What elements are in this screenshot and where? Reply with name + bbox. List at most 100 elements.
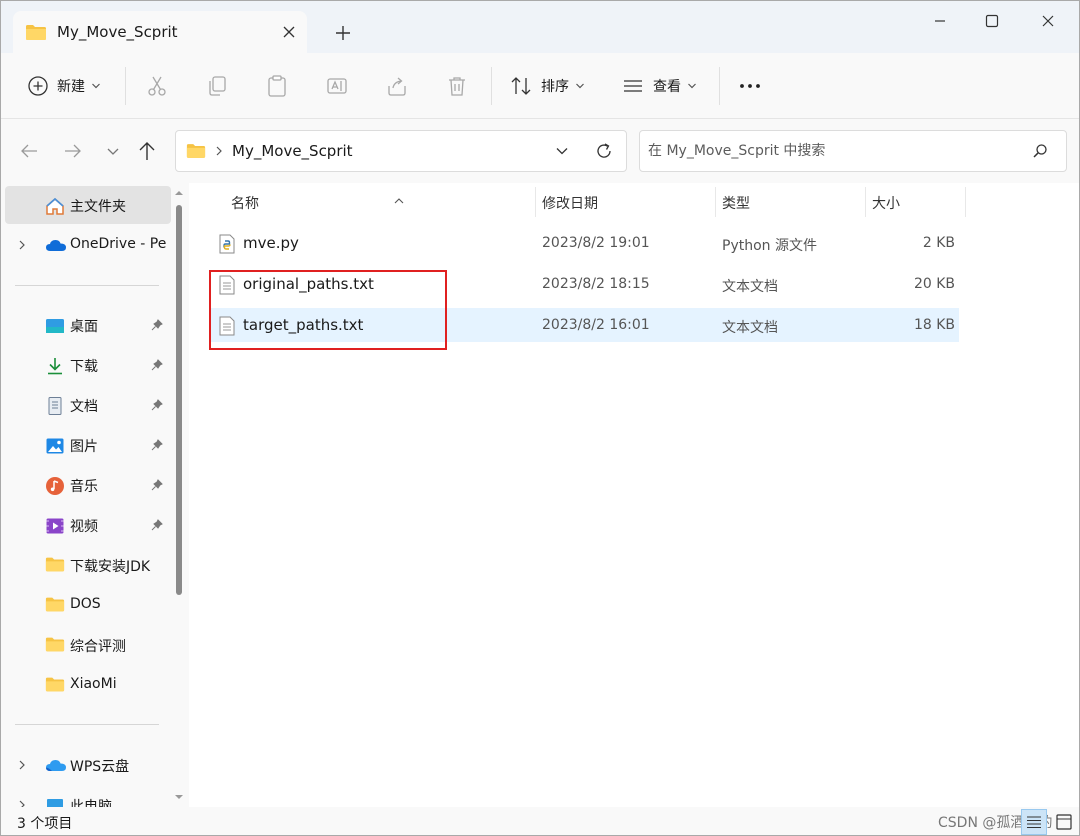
file-explorer-window: My_Move_Scprit 新建 排序 查看 My_Move_Scprit 在… <box>0 0 1080 836</box>
delete-button[interactable] <box>445 71 469 101</box>
sidebar-item-label: 主文件夹 <box>70 199 126 215</box>
scissors-icon <box>145 74 169 98</box>
chevron-right-icon[interactable] <box>17 238 27 256</box>
sidebar-item-label: XiaoMi <box>70 676 117 692</box>
large-icons-view-button[interactable] <box>1051 809 1077 835</box>
forward-arrow-icon[interactable] <box>61 139 85 163</box>
column-header-label: 类型 <box>722 196 750 212</box>
pin-icon[interactable] <box>151 439 163 455</box>
copy-button[interactable] <box>205 71 229 101</box>
search-input[interactable] <box>648 140 1018 162</box>
file-type: Python 源文件 <box>722 238 817 254</box>
refresh-icon[interactable] <box>594 141 614 165</box>
pin-icon[interactable] <box>151 479 163 495</box>
new-button-label: 新建 <box>57 79 85 95</box>
search-icon[interactable] <box>1032 143 1048 163</box>
column-header-label: 大小 <box>872 196 900 212</box>
chevron-right-icon[interactable] <box>17 758 27 776</box>
sort-button[interactable]: 排序 <box>509 71 585 101</box>
cut-button[interactable] <box>145 71 169 101</box>
trash-icon <box>445 74 469 98</box>
sort-button-label: 排序 <box>541 79 569 95</box>
more-options-button[interactable] <box>737 71 763 101</box>
python-file-icon <box>219 234 235 258</box>
sidebar-item-music[interactable]: 音乐 <box>5 466 171 504</box>
address-history-chevron-icon[interactable] <box>554 143 570 163</box>
file-modified-date: 2023/8/2 16:01 <box>542 317 650 333</box>
sort-ascending-icon <box>393 193 405 209</box>
share-icon <box>385 74 409 98</box>
view-button-label: 查看 <box>653 79 681 95</box>
home-icon <box>45 196 65 216</box>
pictures-icon <box>45 436 65 456</box>
sidebar-item-videos[interactable]: 视频 <box>5 506 171 544</box>
scroll-down-arrow-icon[interactable] <box>174 789 184 805</box>
sidebar-divider <box>15 285 159 286</box>
file-name: mve.py <box>243 234 299 252</box>
sidebar-item-home[interactable]: 主文件夹 <box>5 186 171 224</box>
scroll-up-arrow-icon[interactable] <box>174 185 184 201</box>
minimize-icon[interactable] <box>917 7 963 35</box>
breadcrumb-chevron-icon[interactable] <box>214 144 224 162</box>
toolbar-divider <box>491 67 492 105</box>
sidebar-item-review-folder[interactable]: 综合评测 <box>5 626 171 664</box>
column-header-size[interactable]: 大小 <box>865 183 965 217</box>
sidebar-item-downloads[interactable]: 下载 <box>5 346 171 384</box>
address-bar[interactable]: My_Move_Scprit <box>175 130 627 172</box>
toolbar-divider <box>125 67 126 105</box>
download-icon <box>45 356 65 376</box>
sidebar-divider <box>15 724 159 725</box>
column-header-modified[interactable]: 修改日期 <box>535 183 715 217</box>
plus-circle-icon <box>27 75 49 97</box>
new-button[interactable]: 新建 <box>27 71 101 101</box>
sort-icon <box>509 74 533 98</box>
up-arrow-icon[interactable] <box>135 139 159 163</box>
sidebar-item-documents[interactable]: 文档 <box>5 386 171 424</box>
document-icon <box>45 396 65 416</box>
pin-icon[interactable] <box>151 359 163 375</box>
close-window-icon[interactable] <box>1025 7 1071 35</box>
back-arrow-icon[interactable] <box>17 139 41 163</box>
sidebar-item-pictures[interactable]: 图片 <box>5 426 171 464</box>
wps-cloud-icon <box>45 756 66 776</box>
sidebar-item-desktop[interactable]: 桌面 <box>5 306 171 344</box>
file-modified-date: 2023/8/2 19:01 <box>542 235 650 251</box>
search-box[interactable] <box>639 130 1067 172</box>
sidebar-scrollbar-thumb[interactable] <box>176 205 182 595</box>
video-icon <box>45 516 65 536</box>
status-bar: 3 个项目 CSDN @孤酒独酌 <box>1 807 1079 835</box>
share-button[interactable] <box>385 71 409 101</box>
table-row[interactable]: mve.py 2023/8/2 19:01 Python 源文件 2 KB <box>209 226 959 260</box>
column-header-label: 名称 <box>231 196 259 212</box>
details-view-button[interactable] <box>1021 809 1047 835</box>
new-tab-icon[interactable] <box>331 21 355 45</box>
rename-button[interactable] <box>325 71 349 101</box>
sidebar-item-dos-folder[interactable]: DOS <box>5 586 171 624</box>
recent-locations-chevron-icon[interactable] <box>101 139 125 163</box>
sidebar-item-xiaomi-folder[interactable]: XiaoMi <box>5 666 171 704</box>
maximize-icon[interactable] <box>969 7 1015 35</box>
folder-icon <box>45 556 65 576</box>
tab-my-move-scprit[interactable]: My_Move_Scprit <box>13 11 307 53</box>
pin-icon[interactable] <box>151 399 163 415</box>
pin-icon[interactable] <box>151 319 163 335</box>
close-tab-icon[interactable] <box>277 20 301 44</box>
file-list: 名称 修改日期 类型 大小 mve.py 2023/8/2 19:01 Pyth… <box>189 183 1079 807</box>
chevron-right-icon[interactable] <box>17 798 27 807</box>
sidebar-item-wps-cloud[interactable]: WPS云盘 <box>5 746 171 784</box>
breadcrumb-current[interactable]: My_Move_Scprit <box>232 142 353 160</box>
column-header-name[interactable]: 名称 <box>209 183 535 217</box>
sidebar-item-onedrive[interactable]: OneDrive - Pe <box>5 226 171 264</box>
sidebar-item-this-pc[interactable]: 此电脑 <box>5 786 171 807</box>
view-button[interactable]: 查看 <box>621 71 697 101</box>
paste-button[interactable] <box>265 71 289 101</box>
music-icon <box>45 476 65 496</box>
this-pc-icon <box>45 796 65 807</box>
column-divider[interactable] <box>965 187 966 217</box>
folder-icon <box>45 596 65 616</box>
sidebar-item-jdk-folder[interactable]: 下载安装JDK <box>5 546 171 584</box>
pin-icon[interactable] <box>151 519 163 535</box>
file-size: 18 KB <box>913 317 955 333</box>
view-lines-icon <box>621 74 645 98</box>
column-header-type[interactable]: 类型 <box>715 183 865 217</box>
